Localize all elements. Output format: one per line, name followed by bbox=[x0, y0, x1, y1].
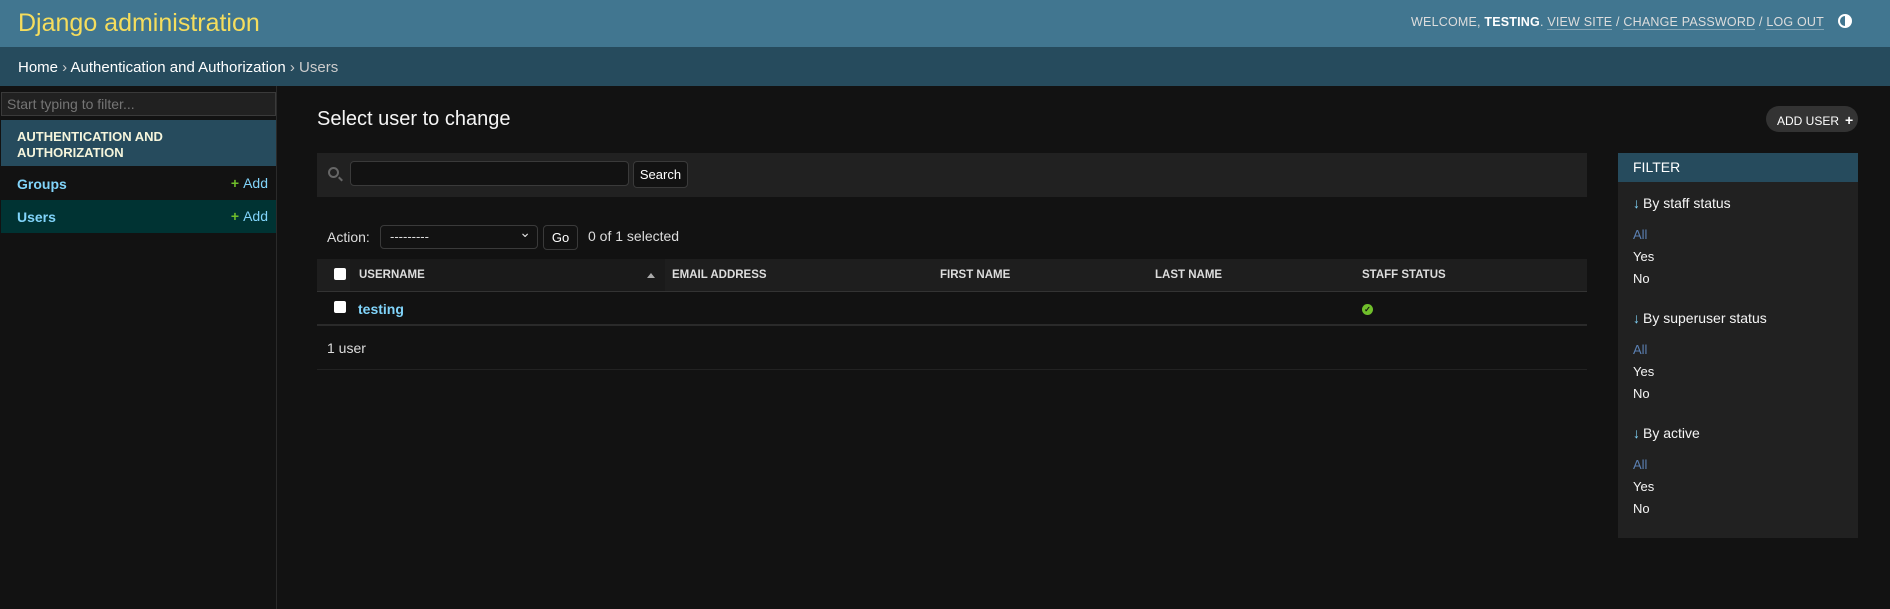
plus-icon: + bbox=[230, 208, 240, 224]
column-staff-status[interactable]: STAFF STATUS bbox=[1362, 269, 1446, 281]
search-button[interactable]: Search bbox=[633, 161, 688, 188]
filter-superuser-no[interactable]: No bbox=[1633, 386, 1650, 401]
row-checkbox[interactable] bbox=[334, 301, 346, 313]
filter-staff-no[interactable]: No bbox=[1633, 271, 1650, 286]
username: TESTING bbox=[1484, 15, 1540, 29]
change-password-link[interactable]: CHANGE PASSWORD bbox=[1623, 15, 1756, 30]
result-count: 1 user bbox=[327, 340, 366, 356]
filter-staff-yes[interactable]: Yes bbox=[1633, 249, 1654, 264]
column-email[interactable]: EMAIL ADDRESS bbox=[672, 269, 767, 281]
sidebar: AUTHENTICATION AND AUTHORIZATION Groups … bbox=[0, 86, 277, 609]
divider bbox=[317, 369, 1587, 370]
filter-group-title[interactable]: ↓ By staff status bbox=[1633, 195, 1731, 211]
column-username[interactable]: USERNAME bbox=[359, 269, 425, 281]
header: Django administration WELCOME, TESTING. … bbox=[0, 0, 1890, 47]
breadcrumb: Home › Authentication and Authorization … bbox=[0, 47, 1890, 86]
user-tools: WELCOME, TESTING. VIEW SITE / CHANGE PAS… bbox=[1411, 15, 1824, 30]
search-icon bbox=[328, 167, 339, 178]
breadcrumb-app[interactable]: Authentication and Authorization bbox=[71, 59, 286, 76]
arrow-down-icon: ↓ bbox=[1633, 310, 1640, 326]
search-bar: Search bbox=[317, 153, 1587, 197]
table-header: USERNAME EMAIL ADDRESS FIRST NAME LAST N… bbox=[317, 259, 1587, 292]
theme-toggle-icon[interactable] bbox=[1838, 14, 1852, 28]
view-site-link[interactable]: VIEW SITE bbox=[1547, 15, 1613, 30]
column-last-name[interactable]: LAST NAME bbox=[1155, 269, 1222, 281]
filter-superuser-title: By superuser status bbox=[1643, 310, 1767, 326]
nav-filter-input[interactable] bbox=[1, 92, 276, 116]
filter-superuser-all[interactable]: All bbox=[1633, 342, 1647, 357]
plus-icon: + bbox=[1845, 112, 1854, 128]
arrow-down-icon: ↓ bbox=[1633, 425, 1640, 441]
filter-active-title: By active bbox=[1643, 425, 1700, 441]
table-row: testing ✓ bbox=[317, 292, 1587, 326]
filter-staff-all[interactable]: All bbox=[1633, 227, 1647, 242]
go-button[interactable]: Go bbox=[543, 225, 578, 250]
filter-active-all[interactable]: All bbox=[1633, 457, 1647, 472]
filter-staff-title: By staff status bbox=[1643, 195, 1731, 211]
username-link[interactable]: testing bbox=[358, 301, 404, 317]
sidebar-item-groups: Groups + Add bbox=[1, 167, 276, 200]
filter-panel: FILTER ↓ By staff status All Yes No ↓ By s… bbox=[1618, 153, 1858, 538]
sidebar-item-users: Users + Add bbox=[1, 200, 276, 233]
filter-superuser-yes[interactable]: Yes bbox=[1633, 364, 1654, 379]
site-brand[interactable]: Django administration bbox=[18, 9, 260, 38]
groups-link[interactable]: Groups bbox=[17, 176, 67, 192]
column-first-name[interactable]: FIRST NAME bbox=[940, 269, 1010, 281]
breadcrumb-separator: › bbox=[285, 59, 300, 76]
separator: / bbox=[1755, 15, 1767, 29]
breadcrumb-separator: › bbox=[58, 59, 71, 76]
users-add-link[interactable]: + Add bbox=[231, 208, 268, 224]
breadcrumb-home[interactable]: Home bbox=[18, 59, 58, 76]
action-select[interactable]: --------- bbox=[380, 224, 538, 249]
selection-counter: 0 of 1 selected bbox=[588, 228, 680, 244]
arrow-down-icon: ↓ bbox=[1633, 195, 1640, 211]
filter-group-title[interactable]: ↓ By superuser status bbox=[1633, 310, 1767, 326]
select-all-checkbox[interactable] bbox=[334, 268, 346, 280]
search-input[interactable] bbox=[350, 161, 629, 186]
add-user-button[interactable]: ADD USER + bbox=[1766, 106, 1858, 132]
check-icon: ✓ bbox=[1362, 304, 1373, 315]
plus-icon: + bbox=[230, 175, 240, 191]
action-label: Action: bbox=[327, 229, 370, 245]
add-user-label: ADD USER bbox=[1777, 114, 1840, 128]
add-label: Add bbox=[243, 175, 268, 191]
sort-ascending-icon[interactable] bbox=[647, 273, 655, 278]
filter-title: FILTER bbox=[1618, 153, 1858, 182]
filter-active-yes[interactable]: Yes bbox=[1633, 479, 1654, 494]
groups-add-link[interactable]: + Add bbox=[231, 175, 268, 191]
filter-group-title[interactable]: ↓ By active bbox=[1633, 425, 1700, 441]
users-link[interactable]: Users bbox=[17, 209, 56, 225]
separator: / bbox=[1612, 15, 1624, 29]
welcome-text: WELCOME, bbox=[1411, 15, 1485, 29]
log-out-link[interactable]: LOG OUT bbox=[1766, 15, 1824, 30]
app-header-auth[interactable]: AUTHENTICATION AND AUTHORIZATION bbox=[1, 120, 276, 166]
filter-active-no[interactable]: No bbox=[1633, 501, 1650, 516]
page-title: Select user to change bbox=[317, 108, 511, 130]
add-label: Add bbox=[243, 208, 268, 224]
breadcrumb-current: Users bbox=[299, 59, 339, 76]
